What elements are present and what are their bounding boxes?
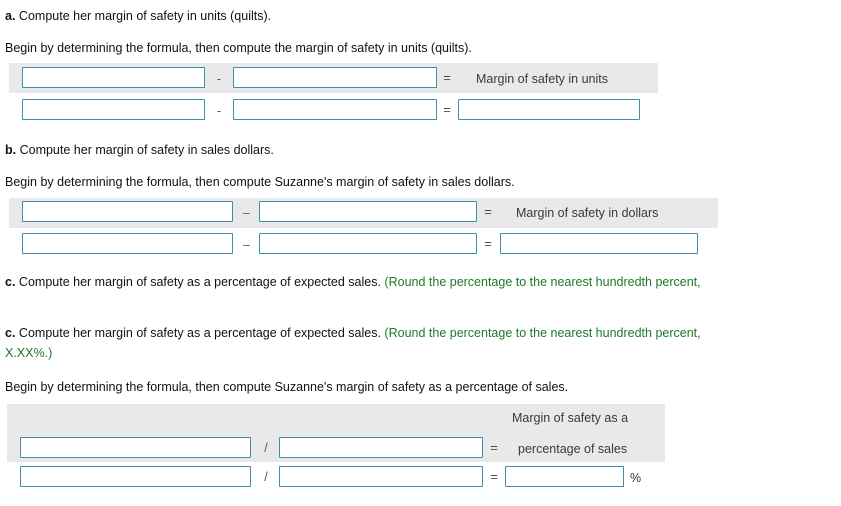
part-b-question-text: Compute her margin of safety in sales do… <box>19 143 274 157</box>
part-c-row1-operator-equals: = <box>490 440 498 455</box>
part-b-row2-operator-equals: = <box>484 236 492 251</box>
part-a-lead: a. <box>5 9 16 23</box>
part-a-row1-operator-equals: = <box>443 70 451 85</box>
part-c-row2-result-input[interactable] <box>505 466 624 487</box>
part-b-row2-operator-minus: – <box>243 238 250 252</box>
part-c-percent-sign: % <box>630 471 642 485</box>
part-b-lead: b. <box>5 143 17 157</box>
part-c-result-label-line1: Margin of safety as a <box>512 411 629 425</box>
part-c-rounding-note-clipped: (Round the percentage to the nearest hun… <box>384 275 701 289</box>
part-c-instruction: Begin by determining the formula, then c… <box>5 380 569 394</box>
part-c-question: c. Compute her margin of safety as a per… <box>5 325 701 341</box>
part-b-row1-input-2[interactable] <box>259 201 477 222</box>
part-c-row2-input-1[interactable] <box>20 466 251 487</box>
part-b-row2-input-2[interactable] <box>259 233 477 254</box>
part-a-row1-input-2[interactable] <box>233 67 437 88</box>
part-c-lead-clipped: c. <box>5 275 16 289</box>
part-b-result-label: Margin of safety in dollars <box>516 206 659 220</box>
part-b-question: b. Compute her margin of safety in sales… <box>5 142 274 158</box>
part-b-row1-operator-minus: – <box>243 206 250 220</box>
part-c-question-clipped: c. Compute her margin of safety as a per… <box>5 274 701 290</box>
part-a-row2-operator-equals: = <box>443 102 451 117</box>
part-c-row2-operator-divide: / <box>264 470 268 484</box>
part-a-row2-input-2[interactable] <box>233 99 437 120</box>
part-b-row2-input-1[interactable] <box>22 233 233 254</box>
part-c-row1-operator-divide: / <box>264 441 268 455</box>
part-a-row2-result-input[interactable] <box>458 99 640 120</box>
part-c-row2-input-2[interactable] <box>279 466 483 487</box>
part-a-instruction: Begin by determining the formula, then c… <box>5 41 472 55</box>
part-c-question-text: Compute her margin of safety as a percen… <box>18 326 381 340</box>
part-a-row1-input-1[interactable] <box>22 67 205 88</box>
part-c-row1-input-2[interactable] <box>279 437 483 458</box>
part-a-row1-operator-minus: - <box>216 72 222 86</box>
part-a-result-label: Margin of safety in units <box>476 72 609 86</box>
part-c-rounding-note-line2: X.XX%.) <box>5 346 53 360</box>
part-c-result-label-line2: percentage of sales <box>518 442 628 456</box>
part-c-row1-input-1[interactable] <box>20 437 251 458</box>
part-c-row2-operator-equals: = <box>490 469 498 484</box>
part-c-lead: c. <box>5 326 16 340</box>
part-a-question-text: Compute her margin of safety in units (q… <box>18 9 272 23</box>
part-b-row1-operator-equals: = <box>484 204 492 219</box>
part-c-rounding-note-line1: (Round the percentage to the nearest hun… <box>384 326 701 340</box>
part-c-question-text-clipped: Compute her margin of safety as a percen… <box>18 275 381 289</box>
part-b-row2-result-input[interactable] <box>500 233 698 254</box>
part-a-row2-operator-minus: - <box>216 104 222 118</box>
part-a-row2-input-1[interactable] <box>22 99 205 120</box>
part-a-question: a. Compute her margin of safety in units… <box>5 8 271 24</box>
part-b-row1-input-1[interactable] <box>22 201 233 222</box>
part-b-instruction: Begin by determining the formula, then c… <box>5 175 515 189</box>
